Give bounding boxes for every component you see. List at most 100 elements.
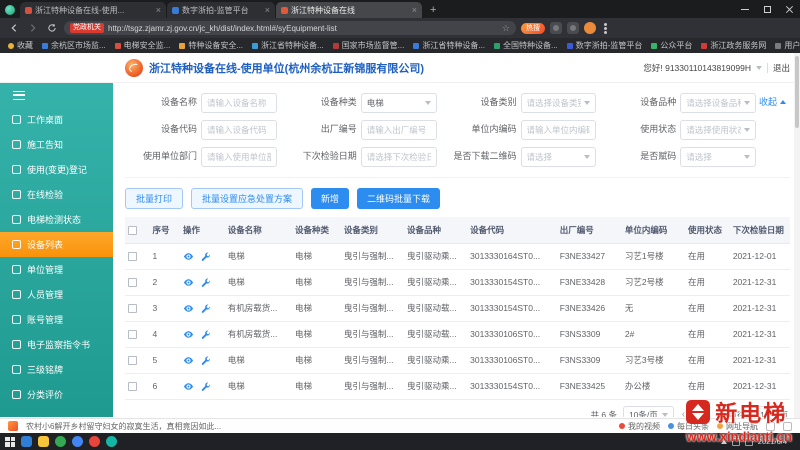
maintenance-icon[interactable]: [200, 329, 211, 340]
sidebar-item-online-inspection[interactable]: 在线检验: [0, 182, 113, 207]
use-department-input[interactable]: [201, 147, 277, 167]
bookmark-item[interactable]: 全国特种设备...: [494, 40, 558, 51]
bookmark-item[interactable]: 浙江省特种设备...: [413, 40, 485, 51]
row-checkbox[interactable]: [128, 304, 137, 314]
browser-menu-icon[interactable]: [604, 22, 607, 34]
row-checkbox[interactable]: [128, 252, 137, 262]
view-icon[interactable]: [183, 329, 194, 340]
bookmark-item[interactable]: 浙江政务服务网: [701, 40, 766, 51]
device-category-select[interactable]: 请选择设备类别: [520, 93, 597, 113]
elevator-icon: [12, 215, 21, 224]
logout-link[interactable]: 退出: [773, 62, 790, 74]
coded-select[interactable]: 请选择: [680, 147, 756, 167]
bookmark-item[interactable]: 收藏: [8, 40, 33, 51]
row-checkbox[interactable]: [128, 356, 137, 366]
sidebar-item-supervision-directive[interactable]: 电子监察指令书: [0, 332, 113, 357]
row-checkbox[interactable]: [128, 278, 137, 288]
bookmark-item[interactable]: 用户中心-工作台...: [775, 40, 800, 51]
sidebar-item-classification-rating[interactable]: 分类评价: [0, 382, 113, 407]
back-icon[interactable]: [7, 21, 21, 35]
bookmark-item[interactable]: 电梯安全监...: [114, 40, 170, 51]
sidebar-item-account-management[interactable]: 账号管理: [0, 307, 113, 332]
maintenance-icon[interactable]: [200, 381, 211, 392]
col-device-variety: 设备品种: [403, 217, 468, 244]
tab-close-icon[interactable]: ×: [412, 5, 417, 15]
window-maximize-button[interactable]: [756, 1, 778, 17]
window-minimize-button[interactable]: [734, 1, 756, 17]
maintenance-icon[interactable]: [200, 355, 211, 366]
sidebar-item-equipment-list[interactable]: 设备列表: [0, 232, 113, 257]
bookmark-star-icon[interactable]: ☆: [502, 23, 510, 33]
select-all-checkbox[interactable]: [128, 225, 137, 235]
page-size-select[interactable]: 10条/页: [622, 405, 674, 417]
taskbar-app-explorer-icon[interactable]: [38, 436, 49, 447]
sidebar-item-construction-notice[interactable]: 施工告知: [0, 132, 113, 157]
view-icon[interactable]: [183, 251, 194, 262]
taskbar-app-icon[interactable]: [89, 436, 100, 447]
window-close-button[interactable]: [778, 1, 800, 17]
device-name-input[interactable]: [201, 93, 277, 113]
browser-tab-2[interactable]: 数字浙拍-监管平台 ×: [167, 2, 275, 18]
maintenance-icon[interactable]: [200, 303, 211, 314]
new-tab-button[interactable]: +: [423, 4, 443, 18]
browser-tab-1[interactable]: 浙江特种设备在线-使用... ×: [20, 2, 166, 18]
bookmark-item[interactable]: 余杭区市场监...: [42, 40, 106, 51]
view-icon[interactable]: [183, 277, 194, 288]
bookmark-item[interactable]: 公众平台: [651, 40, 692, 51]
taskbar-app-icon[interactable]: [72, 436, 83, 447]
batch-print-button[interactable]: 批量打印: [125, 188, 184, 209]
maintenance-icon[interactable]: [200, 277, 211, 288]
next-inspection-date-input[interactable]: [360, 147, 437, 167]
start-button[interactable]: [5, 436, 15, 447]
address-bar[interactable]: 党政机关 http://tsgz.zjamr.zj.gov.cn/jc_kh/d…: [64, 21, 516, 35]
device-code-input[interactable]: [201, 120, 277, 140]
bookmark-item[interactable]: 国家市场监督管...: [332, 40, 404, 51]
sidebar-item-unit-management[interactable]: 单位管理: [0, 257, 113, 282]
use-status-select[interactable]: 请选择使用状态: [680, 120, 756, 140]
view-icon[interactable]: [183, 355, 194, 366]
sidebar-item-nameplate[interactable]: 三级铭牌: [0, 357, 113, 382]
browser-profile-avatar[interactable]: [584, 22, 596, 34]
taskbar-app-icon[interactable]: [106, 436, 117, 447]
forward-icon[interactable]: [26, 21, 40, 35]
refresh-icon[interactable]: [45, 21, 59, 35]
sidebar-collapse-button[interactable]: [0, 83, 113, 107]
view-icon[interactable]: [183, 381, 194, 392]
device-variety-select[interactable]: 请选择设备品种: [680, 93, 756, 113]
page-scrollbar[interactable]: [794, 53, 800, 418]
user-greeting[interactable]: 您好! 91330110143819099H: [643, 62, 751, 74]
maintenance-icon[interactable]: [200, 251, 211, 262]
unit-internal-code-input[interactable]: [520, 120, 597, 140]
sidebar-item-workspace[interactable]: 工作桌面: [0, 107, 113, 132]
bookmark-item[interactable]: 浙江省特种设备...: [252, 40, 324, 51]
qr-batch-download-button[interactable]: 二维码批量下载: [357, 188, 441, 209]
view-icon[interactable]: [183, 303, 194, 314]
cell-device-variety: 曳引驱动乘...: [403, 347, 468, 374]
factory-number-input[interactable]: [360, 120, 437, 140]
sidebar-item-personnel-management[interactable]: 人员管理: [0, 282, 113, 307]
extensions-icon[interactable]: [550, 22, 562, 34]
bookmark-item[interactable]: 特种设备安全...: [179, 40, 243, 51]
tab-close-icon[interactable]: ×: [156, 5, 161, 15]
download-icon[interactable]: [567, 22, 579, 34]
taskbar-app-edge-icon[interactable]: [21, 436, 32, 447]
ticker-item-my-videos[interactable]: 我的视频: [619, 421, 660, 432]
bookmark-item[interactable]: 数字浙拍-监管平台: [566, 40, 642, 51]
news-headline[interactable]: 农村小6解开乡村留守妇女的寂寞生活，真相竟因如此...: [26, 421, 221, 432]
row-checkbox[interactable]: [128, 330, 137, 340]
device-kind-select[interactable]: 电梯: [360, 93, 437, 113]
add-button[interactable]: 新增: [311, 188, 350, 209]
scrollbar-thumb[interactable]: [795, 56, 799, 128]
row-checkbox[interactable]: [128, 382, 137, 392]
cell-unit-code: 习艺1号楼: [621, 243, 686, 270]
qr-downloaded-select[interactable]: 请选择: [520, 147, 597, 167]
tab-close-icon[interactable]: ×: [265, 5, 270, 15]
browser-tab-3-active[interactable]: 浙江特种设备在线 ×: [276, 2, 422, 18]
taskbar-app-icon[interactable]: [55, 436, 66, 447]
sidebar-item-elevator-test-status[interactable]: 电梯检测状态: [0, 207, 113, 232]
batch-emergency-plan-button[interactable]: 批量设置应急处置方案: [191, 188, 304, 209]
cell-next-date: 2021-12-31: [729, 269, 790, 296]
sidebar-item-use-registration[interactable]: 使用(变更)登记: [0, 157, 113, 182]
collapse-filters-link[interactable]: 收起: [759, 95, 786, 108]
hot-search-badge[interactable]: 热搜: [521, 22, 545, 34]
